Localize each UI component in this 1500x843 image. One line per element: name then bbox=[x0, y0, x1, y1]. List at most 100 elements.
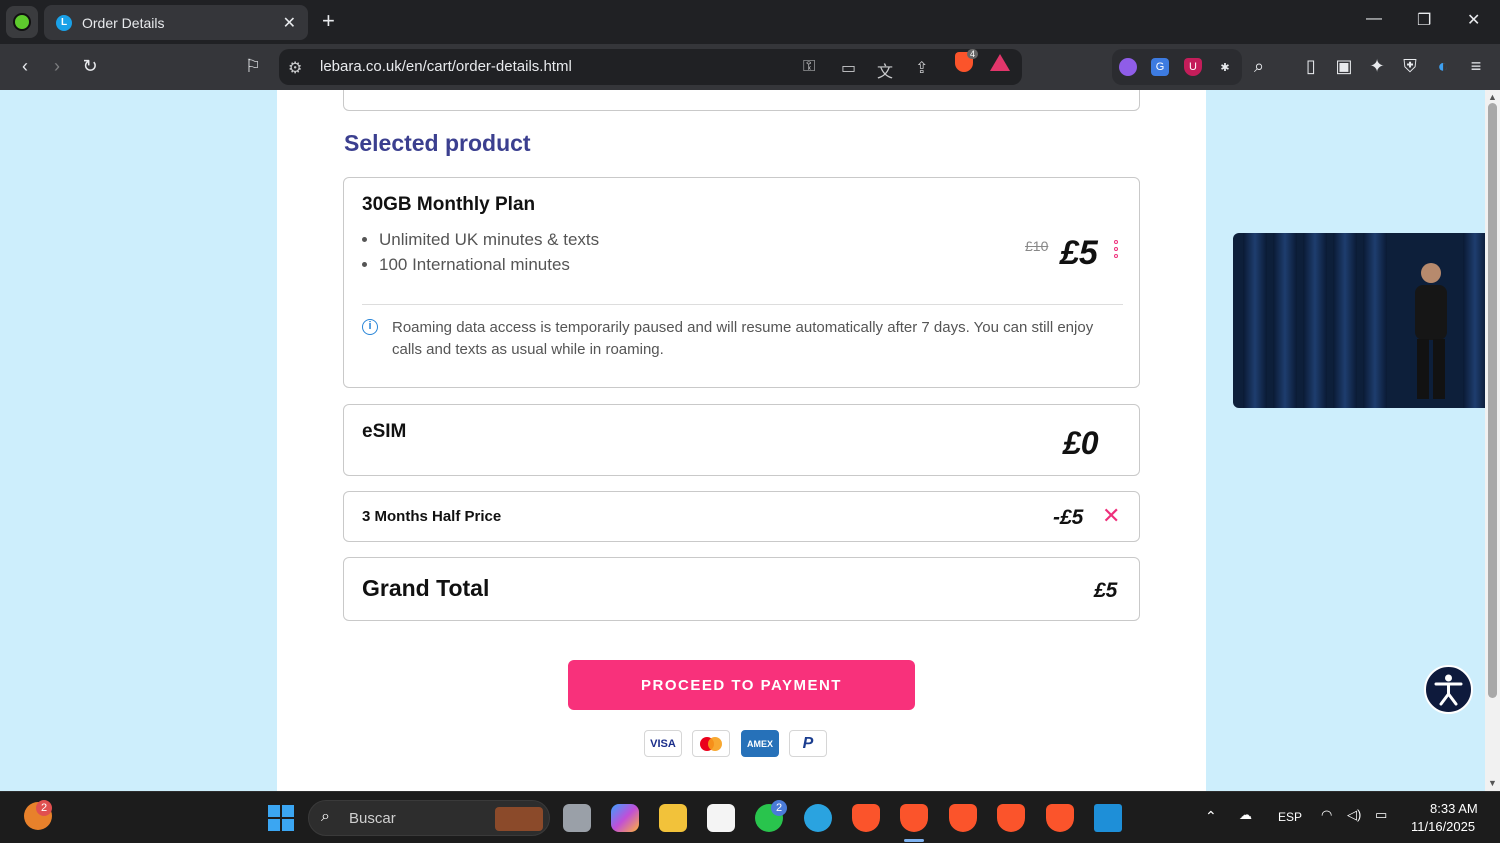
mastercard-logo bbox=[692, 730, 730, 757]
bookmark-icon[interactable]: ⚐ bbox=[241, 55, 265, 77]
accessibility-icon[interactable] bbox=[1424, 665, 1473, 714]
vpn-icon[interactable]: ⛨ bbox=[1398, 55, 1422, 77]
google-translate-icon[interactable]: G bbox=[1151, 58, 1169, 76]
translate-icon[interactable]: 文 bbox=[877, 58, 893, 82]
site-settings-icon[interactable]: ⚙ bbox=[288, 58, 302, 78]
browser-viewport: Selected product 30GB Monthly Plan Unlim… bbox=[0, 90, 1500, 791]
plan-features: Unlimited UK minutes & texts 100 Interna… bbox=[379, 230, 599, 280]
remove-discount-icon[interactable]: ✕ bbox=[1102, 505, 1120, 527]
grand-total-value: £5 bbox=[1094, 579, 1118, 602]
whatsapp-badge: 2 bbox=[771, 800, 787, 816]
roaming-notice: Roaming data access is temporarily pause… bbox=[392, 319, 1094, 358]
extensions-group: G U ✱ bbox=[1112, 49, 1242, 85]
notification-badge: 2 bbox=[36, 800, 52, 816]
url-text[interactable]: lebara.co.uk/en/cart/order-details.html bbox=[320, 58, 572, 75]
lebara-favicon-icon: L bbox=[56, 14, 72, 31]
extensions-puzzle-icon[interactable]: ✱ bbox=[1216, 58, 1234, 76]
brave-rewards-icon[interactable] bbox=[990, 54, 1010, 71]
volume-icon[interactable]: ◁) bbox=[1347, 807, 1361, 823]
esim-label: eSIM bbox=[362, 421, 407, 442]
esim-card: eSIM £0 bbox=[343, 404, 1140, 476]
menu-icon[interactable]: ≡ bbox=[1464, 55, 1488, 77]
clock-time[interactable]: 8:33 AM bbox=[1430, 801, 1478, 816]
search-placeholder: Buscar bbox=[349, 810, 396, 827]
sidebar-icon[interactable]: ▯ bbox=[1299, 55, 1323, 77]
wifi-icon[interactable]: ◠ bbox=[1321, 807, 1332, 823]
browser-toolbar: ‹ › ↻ ⚐ ⚙ lebara.co.uk/en/cart/order-det… bbox=[0, 44, 1500, 90]
total-card: Grand Total £5 bbox=[343, 557, 1140, 621]
brave-browser-active-icon[interactable] bbox=[900, 804, 928, 832]
profile-icon bbox=[13, 13, 31, 31]
search-highlight-icon bbox=[495, 807, 543, 831]
language-indicator[interactable]: ESP bbox=[1278, 810, 1302, 824]
ublock-icon[interactable]: U bbox=[1184, 58, 1202, 76]
task-view-icon[interactable] bbox=[563, 804, 591, 832]
brave-browser-icon[interactable] bbox=[852, 804, 880, 832]
brave-profile-4-icon[interactable] bbox=[1046, 804, 1074, 832]
tab-strip: L Order Details ✕ + — ❐ ✕ bbox=[0, 0, 1500, 44]
extension-purple-icon[interactable] bbox=[1119, 58, 1137, 76]
plan-divider bbox=[362, 304, 1123, 305]
reader-mode-icon[interactable]: ⌕ bbox=[1247, 55, 1271, 77]
tab-close-icon[interactable]: ✕ bbox=[283, 13, 296, 33]
order-details-page: Selected product 30GB Monthly Plan Unlim… bbox=[277, 90, 1206, 791]
discount-value: -£5 bbox=[1053, 506, 1084, 529]
plan-feature: Unlimited UK minutes & texts bbox=[379, 230, 599, 250]
scroll-down-icon[interactable]: ▼ bbox=[1488, 778, 1497, 788]
address-bar[interactable]: ⚙ lebara.co.uk/en/cart/order-details.htm… bbox=[279, 49, 1022, 85]
forward-icon[interactable]: › bbox=[45, 55, 69, 77]
browser-profile-button[interactable] bbox=[6, 6, 38, 38]
cast-icon[interactable]: ▭ bbox=[841, 58, 856, 78]
onedrive-offline-icon[interactable]: ☁ bbox=[1239, 807, 1252, 823]
amex-logo: AMEX bbox=[741, 730, 779, 757]
grand-total-label: Grand Total bbox=[362, 575, 490, 601]
shields-count-badge: 4 bbox=[967, 49, 979, 59]
close-window-icon[interactable]: ✕ bbox=[1467, 10, 1480, 30]
reload-icon[interactable]: ↻ bbox=[78, 55, 102, 77]
active-app-indicator bbox=[904, 839, 924, 842]
proceed-to-payment-button[interactable]: PROCEED TO PAYMENT bbox=[568, 660, 915, 710]
start-button[interactable] bbox=[268, 805, 294, 831]
back-icon[interactable]: ‹ bbox=[13, 55, 37, 77]
brave-profile-3-icon[interactable] bbox=[997, 804, 1025, 832]
speaker-figure bbox=[1415, 263, 1447, 399]
copilot-icon[interactable] bbox=[611, 804, 639, 832]
new-tab-icon[interactable]: + bbox=[322, 10, 335, 32]
info-icon: i bbox=[362, 319, 378, 335]
scroll-up-icon[interactable]: ▲ bbox=[1488, 92, 1497, 102]
tab-order-details[interactable]: L Order Details ✕ bbox=[44, 5, 308, 40]
tab-title: Order Details bbox=[82, 14, 165, 31]
selected-product-heading: Selected product bbox=[344, 130, 531, 156]
microsoft-store-icon[interactable] bbox=[707, 804, 735, 832]
scrollbar-thumb[interactable] bbox=[1488, 103, 1497, 698]
discount-card: 3 Months Half Price -£5 ✕ bbox=[343, 491, 1140, 542]
plan-options-icon[interactable] bbox=[1114, 240, 1120, 258]
password-key-icon[interactable]: ⚿ bbox=[803, 58, 815, 76]
plan-name: 30GB Monthly Plan bbox=[362, 194, 536, 215]
leo-ai-icon[interactable]: ✦ bbox=[1365, 55, 1389, 77]
grammarly-icon[interactable]: ◐ bbox=[1431, 55, 1455, 77]
windows-logo-icon bbox=[268, 805, 294, 831]
previous-card-edge bbox=[343, 90, 1140, 111]
windows-taskbar: 2 ⌕ Buscar 2 ⌃ ☁ ESP ◠ ◁) ▭ 8:33 AM 11/1… bbox=[0, 791, 1500, 843]
show-hidden-icons[interactable]: ⌃ bbox=[1205, 808, 1217, 825]
page-scrollbar[interactable]: ▲ ▼ bbox=[1485, 90, 1500, 791]
clock-date[interactable]: 11/16/2025 bbox=[1411, 819, 1475, 834]
wallet-icon[interactable]: ▣ bbox=[1332, 55, 1356, 77]
discount-label: 3 Months Half Price bbox=[362, 508, 502, 525]
picture-in-picture-video[interactable] bbox=[1233, 233, 1500, 408]
visa-logo: VISA bbox=[644, 730, 682, 757]
esim-price: £0 bbox=[1063, 425, 1099, 461]
taskbar-search[interactable]: ⌕ Buscar bbox=[308, 800, 550, 836]
notepad-icon[interactable] bbox=[1094, 804, 1122, 832]
telegram-icon[interactable] bbox=[804, 804, 832, 832]
minimize-icon[interactable]: — bbox=[1366, 10, 1382, 28]
brave-profile-2-icon[interactable] bbox=[949, 804, 977, 832]
restore-icon[interactable]: ❐ bbox=[1417, 10, 1431, 30]
paypal-logo: P bbox=[789, 730, 827, 757]
plan-price: £5 bbox=[1060, 234, 1098, 272]
plan-feature: 100 International minutes bbox=[379, 255, 599, 275]
share-icon[interactable]: ⇪ bbox=[915, 58, 928, 78]
battery-icon[interactable]: ▭ bbox=[1375, 807, 1387, 823]
file-explorer-icon[interactable] bbox=[659, 804, 687, 832]
